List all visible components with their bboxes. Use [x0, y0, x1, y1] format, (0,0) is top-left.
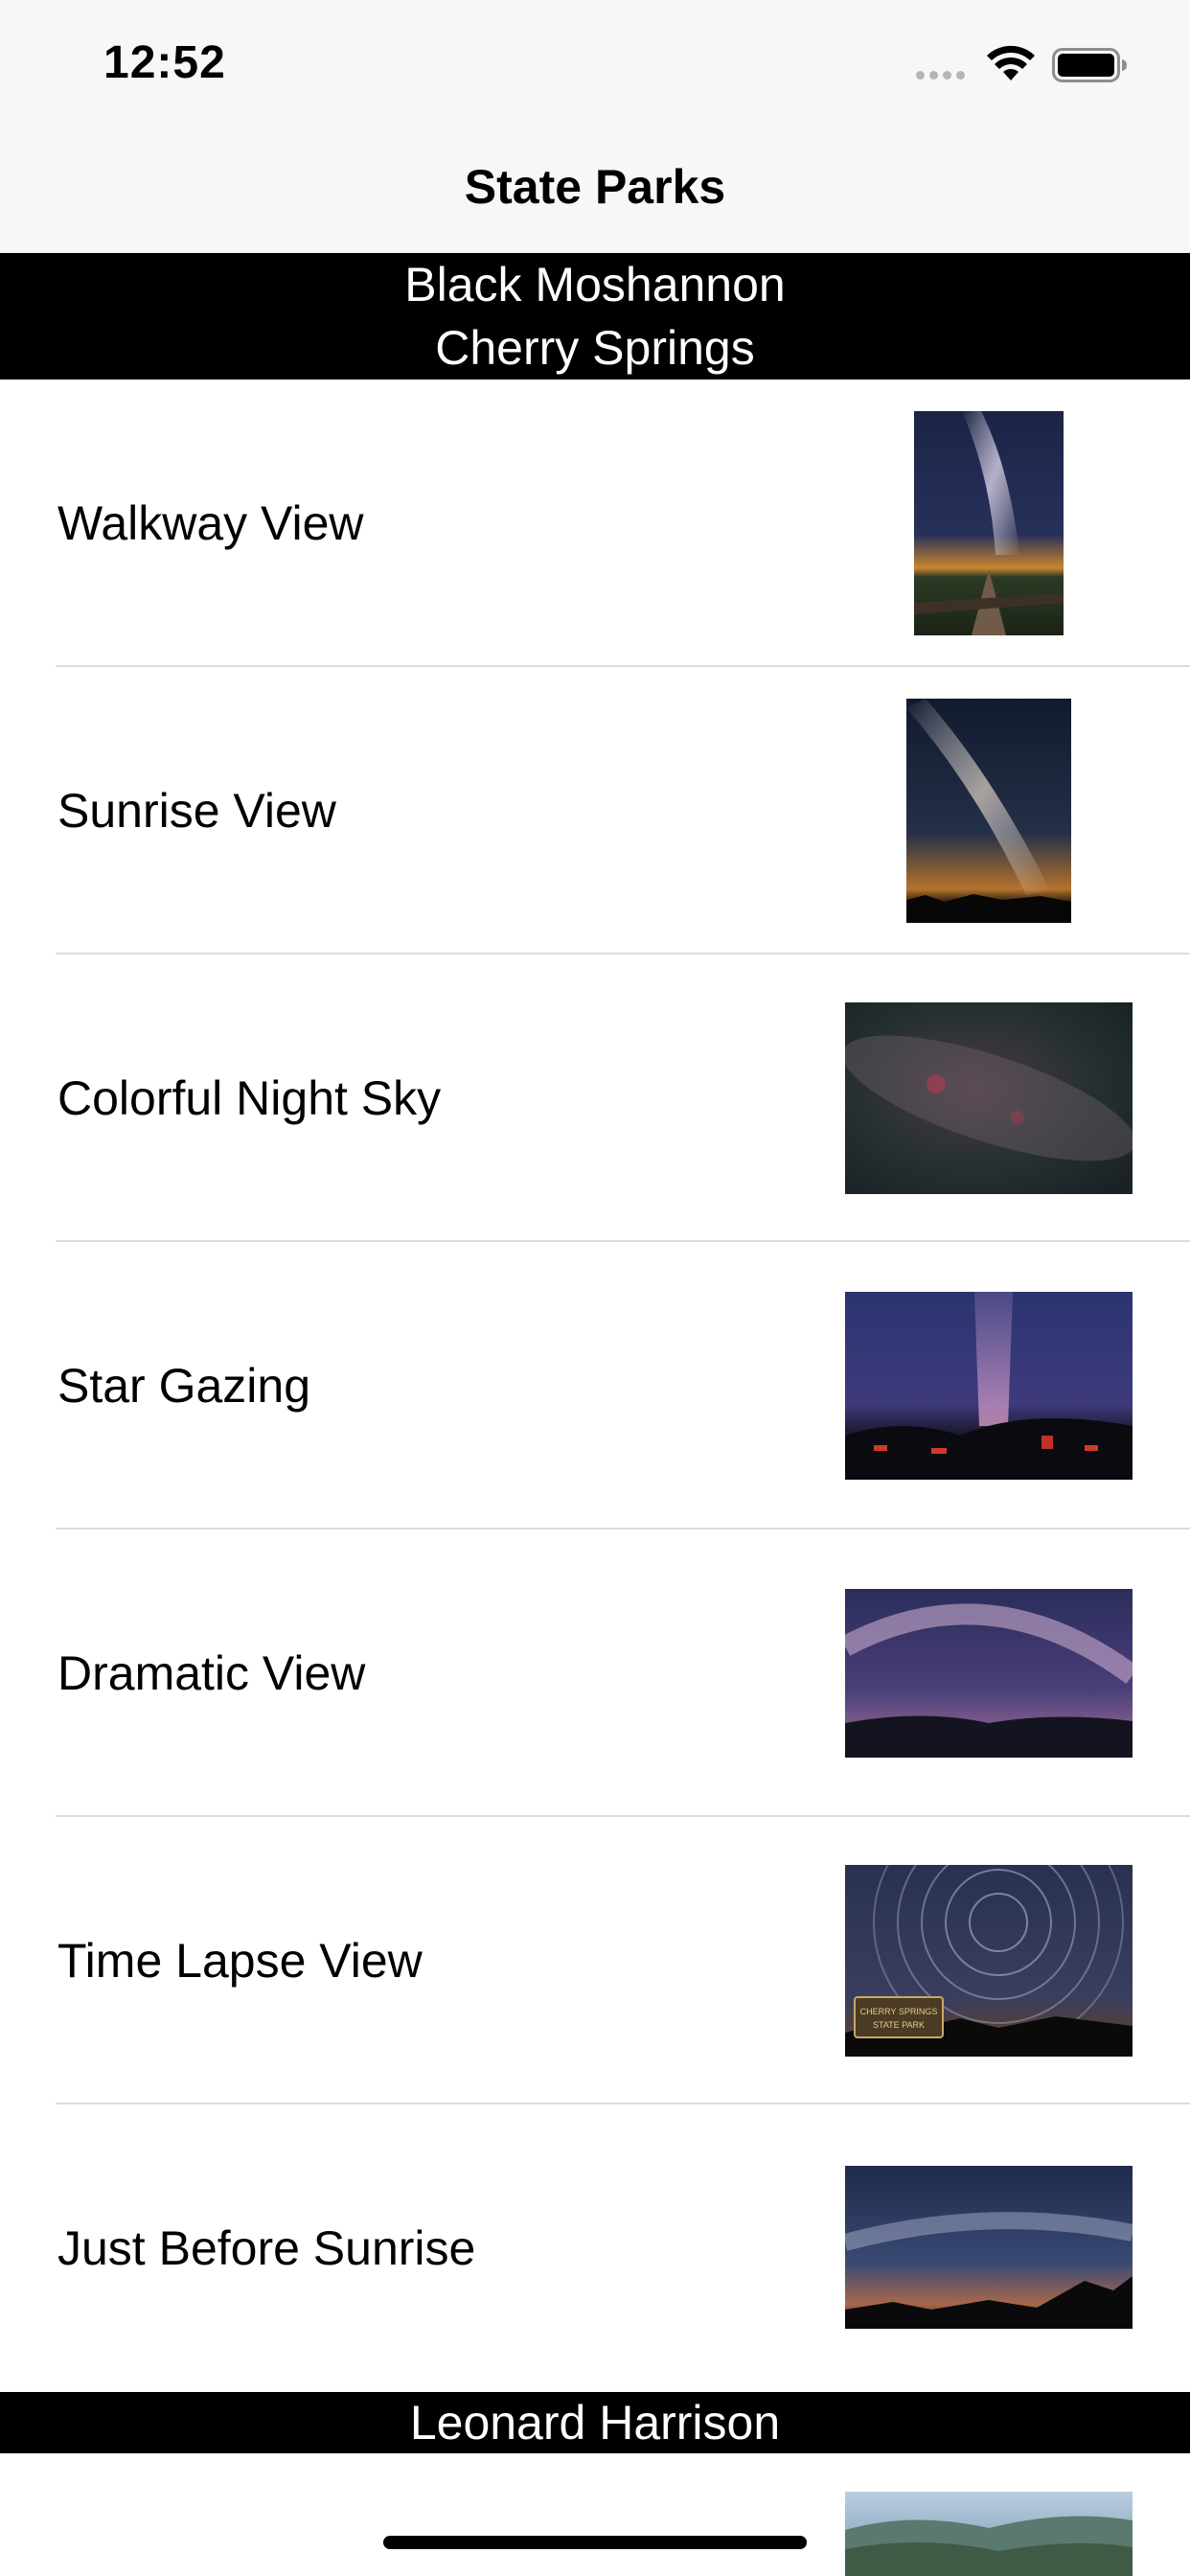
star-gazing-thumbnail: [845, 1292, 1133, 1480]
list-item-label: Time Lapse View: [57, 1934, 423, 1988]
wifi-icon: [987, 45, 1035, 80]
dramatic-view-thumbnail: [845, 1589, 1133, 1758]
list-item-time-lapse-view[interactable]: Time Lapse View CHERRY SPRINGS STATE PAR…: [0, 1817, 1190, 2104]
sunrise-view-thumbnail: [906, 699, 1071, 923]
list-item-walkway-view[interactable]: Walkway View: [0, 380, 1190, 667]
sign-text: STATE PARK: [873, 2020, 925, 2030]
status-bar: 12:52: [0, 0, 1190, 126]
walkway-view-thumbnail: [914, 411, 1064, 635]
list-item-sunrise-view[interactable]: Sunrise View: [0, 667, 1190, 954]
leonard-harrison-thumbnail: [845, 2492, 1133, 2576]
list-item-colorful-night-sky[interactable]: Colorful Night Sky: [0, 954, 1190, 1242]
list-item-label: Colorful Night Sky: [57, 1071, 442, 1125]
section-header-label: Leonard Harrison: [409, 2396, 781, 2450]
just-before-sunrise-thumbnail: [845, 2166, 1133, 2329]
page-title: State Parks: [464, 160, 726, 214]
signal-dots-icon: [916, 71, 965, 80]
section-header-leonard-harrison: Leonard Harrison: [0, 2392, 1190, 2453]
list-item-leonard-harrison[interactable]: [0, 2453, 1190, 2576]
list-item-label: Star Gazing: [57, 1359, 311, 1413]
list-item-label: Sunrise View: [57, 784, 336, 838]
list-item-dramatic-view[interactable]: Dramatic View: [0, 1530, 1190, 1817]
time-lapse-view-thumbnail: CHERRY SPRINGS STATE PARK: [845, 1865, 1133, 2057]
list-item-star-gazing[interactable]: Star Gazing: [0, 1242, 1190, 1530]
list-item-label: Walkway View: [57, 496, 364, 550]
sign-text: CHERRY SPRINGS: [860, 2007, 938, 2016]
list-item-label: Dramatic View: [57, 1646, 366, 1700]
home-indicator[interactable]: [383, 2536, 807, 2549]
list-item-label: Just Before Sunrise: [57, 2221, 476, 2275]
section-header-black-moshannon-cherry-springs: Black Moshannon Cherry Springs: [0, 253, 1190, 380]
navigation-bar: State Parks: [0, 126, 1190, 253]
section-header-label: Cherry Springs: [435, 321, 755, 375]
section-header-label: Black Moshannon: [404, 258, 786, 311]
list-item-just-before-sunrise[interactable]: Just Before Sunrise: [0, 2104, 1190, 2392]
colorful-night-sky-thumbnail: [845, 1002, 1133, 1194]
battery-icon: [1052, 48, 1127, 82]
status-time: 12:52: [103, 37, 226, 88]
